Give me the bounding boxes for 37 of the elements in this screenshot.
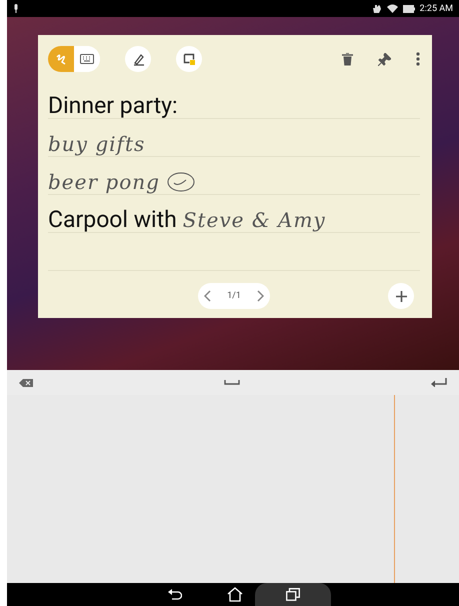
- plus-icon: [396, 290, 406, 302]
- pin-button[interactable]: [378, 52, 391, 66]
- handwritten-text: Steve & Amy: [182, 209, 326, 231]
- pen-icon: [132, 52, 144, 66]
- backspace-icon[interactable]: [19, 378, 33, 386]
- back-icon: [168, 588, 182, 600]
- battery-icon: [402, 4, 415, 12]
- note-color-button[interactable]: [176, 46, 202, 72]
- trash-icon: [342, 52, 353, 66]
- typed-text: Carpool with: [48, 208, 177, 231]
- previous-page-icon[interactable]: [204, 290, 211, 302]
- more-button[interactable]: [416, 52, 420, 66]
- handwritten-text: buy gifts: [48, 133, 146, 155]
- pin-icon: [378, 52, 391, 66]
- next-page-icon[interactable]: [257, 290, 264, 302]
- pen-style-button[interactable]: [125, 46, 151, 72]
- recent-apps-button[interactable]: [255, 583, 331, 606]
- wifi-icon: [386, 4, 398, 13]
- space-icon[interactable]: [224, 380, 240, 385]
- input-mode-button[interactable]: [48, 46, 74, 72]
- home-icon: [227, 587, 243, 602]
- typed-text: Dinner party:: [48, 94, 178, 117]
- note-color-icon: [182, 52, 196, 66]
- microphone-icon: [13, 4, 19, 13]
- keyboard-icon: [80, 54, 94, 64]
- handwritten-text: beer pong: [48, 171, 160, 193]
- page-number: 1/1: [227, 291, 241, 301]
- add-page-button[interactable]: [388, 283, 414, 309]
- pen-squiggle-icon: [54, 52, 68, 66]
- delete-button[interactable]: [342, 52, 353, 66]
- hand-icon: [372, 4, 382, 14]
- recent-apps-icon: [286, 588, 300, 601]
- status-time: 2:25 AM: [420, 4, 453, 14]
- enter-icon[interactable]: [431, 378, 447, 387]
- circled-check-icon: [166, 171, 196, 193]
- more-vertical-icon: [416, 52, 420, 66]
- handwriting-input-area[interactable]: [7, 395, 459, 583]
